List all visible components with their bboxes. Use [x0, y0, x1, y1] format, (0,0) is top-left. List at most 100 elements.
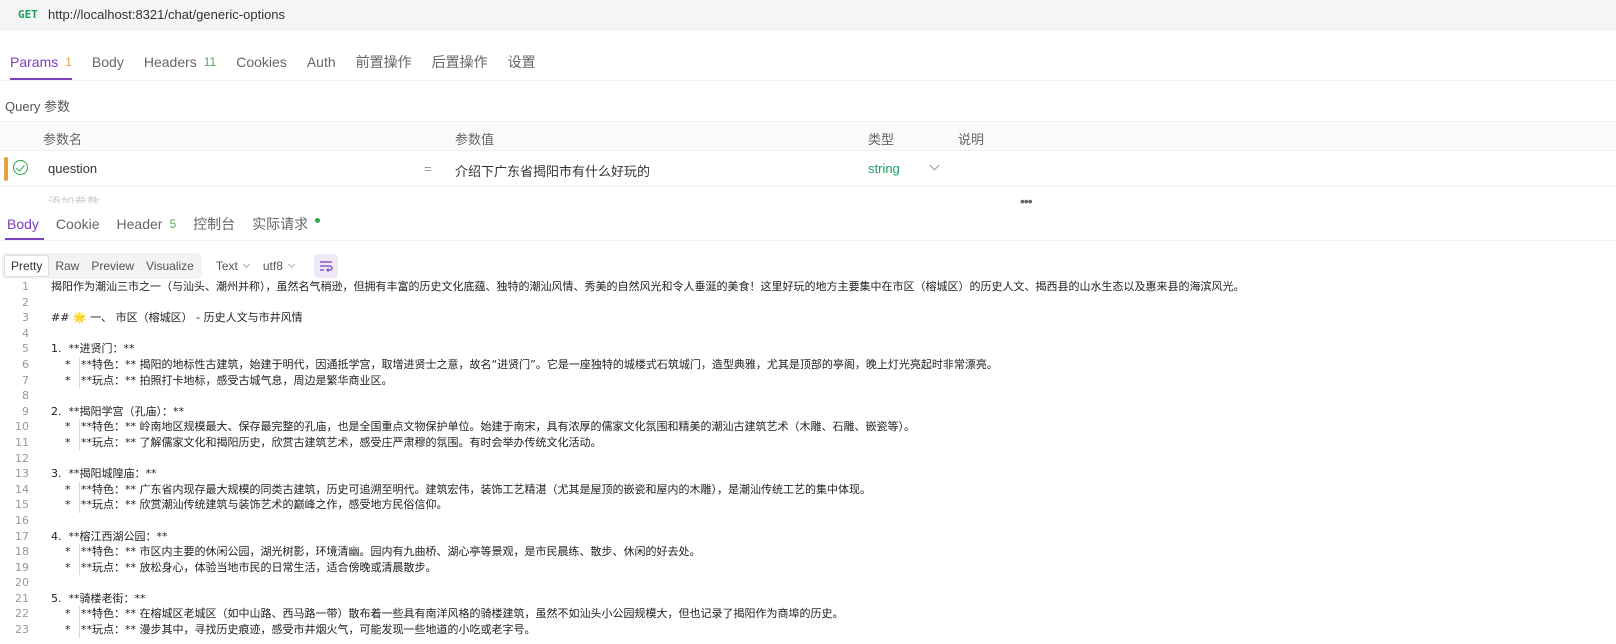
encoding-select[interactable]: utf8 — [262, 259, 295, 273]
tab-actual-request-label: 实际请求 — [252, 216, 309, 232]
word-wrap-button[interactable] — [313, 254, 338, 278]
tab-params[interactable]: Params 1 — [0, 44, 82, 80]
code-line: 8 — [0, 388, 1616, 404]
tab-response-cookie-label: Cookie — [55, 216, 100, 232]
line-number: 8 — [22, 389, 29, 403]
tab-cookies[interactable]: Cookies — [226, 44, 297, 80]
code-line: 4 — [0, 326, 1616, 342]
resize-handle-icon[interactable]: ••• — [1020, 193, 1033, 209]
tab-actual-request[interactable]: 实际请求 — [245, 208, 330, 240]
code-line-text: * **玩点：** 了解儒家文化和揭阳历史，欣赏古建筑艺术，感受庄严肃穆的氛围。… — [51, 435, 602, 449]
chevron-down-icon[interactable] — [929, 160, 940, 171]
view-mode-switch: Pretty Raw Preview Visualize — [2, 253, 202, 279]
params-table-header: 参数名 参数值 类型 说明 — [0, 121, 1616, 151]
line-number: 6 — [22, 357, 29, 371]
code-line: 19 * **玩点：** 放松身心，体验当地市民的日常生活，适合傍晚或清晨散步。 — [0, 559, 1616, 576]
tab-params-label: Params — [10, 54, 59, 70]
mode-raw[interactable]: Raw — [49, 256, 85, 276]
line-number: 1 — [22, 280, 29, 293]
code-line: 23 * **玩点：** 漫步其中，寻找历史痕迹，感受市井烟火气，可能发现一些地… — [0, 622, 1616, 638]
content-type-value: Text — [215, 259, 238, 273]
line-number: 4 — [22, 326, 29, 340]
mode-pretty[interactable]: Pretty — [4, 255, 50, 277]
divider — [0, 80, 1616, 81]
code-line: 3 ## 🌟 一、 市区（榕城区） - 历史人文与市井风情 — [0, 310, 1616, 326]
code-line-text: * **特色：** 揭阳的地标性古建筑，始建于明代，因通抵学宫，取增进贤士之意，… — [51, 357, 998, 371]
code-line: 21 5. **骑楼老街：** — [0, 591, 1616, 607]
param-type-select[interactable]: string — [868, 161, 900, 176]
tab-pre-request-label: 前置操作 — [355, 54, 412, 70]
col-desc: 说明 — [958, 132, 985, 147]
line-number: 5 — [22, 342, 29, 356]
line-number: 3 — [22, 311, 29, 325]
new-param-placeholder[interactable]: 添加参数 — [48, 195, 100, 203]
tab-pre-request[interactable]: 前置操作 — [346, 44, 422, 80]
tab-params-count: 1 — [65, 55, 72, 69]
tab-response-body[interactable]: Body — [0, 208, 49, 240]
col-name: 参数名 — [43, 132, 83, 147]
col-type: 类型 — [868, 132, 895, 147]
code-line-text: * **特色：** 广东省内现存最大规模的同类古建筑，历史可追溯至明代。建筑宏伟… — [51, 482, 871, 496]
param-value[interactable]: 介绍下广东省揭阳市有什么好玩的 — [455, 161, 650, 180]
mode-visualize[interactable]: Visualize — [140, 256, 200, 276]
tab-post-request[interactable]: 后置操作 — [422, 44, 498, 80]
equals-sign: = — [424, 161, 432, 176]
tab-response-header-label: Header — [116, 216, 163, 232]
code-line-text: 揭阳作为潮汕三市之一（与汕头、潮州并称），虽然名气稍逊，但拥有丰富的历史文化底蕴… — [51, 280, 1245, 293]
line-number: 10 — [15, 420, 29, 434]
code-line: 20 — [0, 575, 1616, 591]
tab-headers-count: 11 — [203, 55, 217, 69]
code-line: 13 3. **揭阳城隍庙：** — [0, 466, 1616, 482]
code-line: 11 * **玩点：** 了解儒家文化和揭阳历史，欣赏古建筑艺术，感受庄严肃穆的… — [0, 434, 1616, 451]
code-line: 7 * **玩点：** 拍照打卡地标，感受古城气息，周边是繁华商业区。 — [0, 372, 1616, 389]
tab-settings[interactable]: 设置 — [498, 44, 546, 80]
code-line-text: * **特色：** 市区内主要的休闲公园，湖光树影，环境清幽。园内有九曲桥、湖心… — [51, 545, 701, 559]
divider — [0, 240, 1616, 241]
tab-auth-label: Auth — [306, 54, 336, 70]
line-number: 13 — [15, 467, 29, 481]
response-tabs: Body Cookie Header 5 控制台 实际请求 — [0, 208, 330, 240]
line-number: 19 — [15, 560, 29, 574]
tab-body-label: Body — [91, 54, 124, 70]
code-line: 2 — [0, 295, 1616, 311]
tab-post-request-label: 后置操作 — [431, 54, 488, 70]
code-line-text: 2. **揭阳学宫（孔庙）：** — [51, 404, 184, 418]
drag-handle[interactable] — [4, 157, 8, 181]
tab-body[interactable]: Body — [82, 44, 134, 80]
tab-console-label: 控制台 — [193, 216, 236, 232]
tab-headers[interactable]: Headers 11 — [134, 44, 226, 80]
mode-preview[interactable]: Preview — [85, 256, 140, 276]
code-line: 1 揭阳作为潮汕三市之一（与汕头、潮州并称），虽然名气稍逊，但拥有丰富的历史文化底… — [0, 279, 1616, 295]
code-line: 18 * **特色：** 市区内主要的休闲公园，湖光树影，环境清幽。园内有九曲桥… — [0, 544, 1616, 560]
code-line-text: ## 🌟 一、 市区（榕城区） - 历史人文与市井风情 — [51, 311, 303, 325]
wrap-lines-icon — [319, 261, 333, 272]
tab-auth[interactable]: Auth — [297, 44, 346, 80]
code-line: 12 — [0, 451, 1616, 467]
tab-console[interactable]: 控制台 — [186, 208, 245, 240]
tab-headers-label: Headers — [143, 54, 197, 70]
request-tabs: Params 1 Body Headers 11 Cookies Auth 前置… — [0, 44, 546, 80]
url-bar[interactable]: GET http://localhost:8321/chat/generic-o… — [0, 0, 1616, 30]
code-line: 14 * **特色：** 广东省内现存最大规模的同类古建筑，历史可追溯至明代。建… — [0, 481, 1616, 498]
code-line: 15 * **玩点：** 欣赏潮汕传统建筑与装饰艺术的巅峰之作，感受地方民俗信仰… — [0, 497, 1616, 513]
code-line-text: * **特色：** 岭南地区规模最大、保存最完整的孔庙，也是全国重点文物保护单位… — [51, 420, 915, 434]
code-line-text: * **玩点：** 漫步其中，寻找历史痕迹，感受市井烟火气，可能发现一些地道的小… — [51, 623, 536, 637]
content-type-select[interactable]: Text — [215, 259, 250, 273]
code-line-text: 3. **揭阳城隍庙：** — [51, 467, 157, 481]
code-line: 10 * **特色：** 岭南地区规模最大、保存最完整的孔庙，也是全国重点文物保… — [0, 419, 1616, 435]
encoding-value: utf8 — [262, 259, 283, 273]
code-line: 5 1. **进贤门：** — [0, 341, 1616, 357]
line-number: 20 — [15, 576, 29, 590]
tab-response-cookie[interactable]: Cookie — [49, 208, 110, 240]
param-key[interactable]: question — [48, 161, 97, 176]
http-method[interactable]: GET — [18, 8, 48, 21]
response-body-viewer[interactable]: 1 揭阳作为潮汕三市之一（与汕头、潮州并称），虽然名气稍逊，但拥有丰富的历史文化底… — [0, 279, 1616, 644]
line-number: 18 — [15, 545, 29, 559]
tab-response-header[interactable]: Header 5 — [110, 208, 187, 240]
line-number: 23 — [15, 623, 29, 637]
tab-response-header-count: 5 — [169, 217, 177, 231]
enabled-checkbox[interactable] — [13, 160, 28, 175]
code-line: 17 4. **榕江西湖公园：** — [0, 529, 1616, 545]
url-input[interactable]: http://localhost:8321/chat/generic-optio… — [48, 7, 285, 22]
line-number: 11 — [15, 435, 29, 449]
